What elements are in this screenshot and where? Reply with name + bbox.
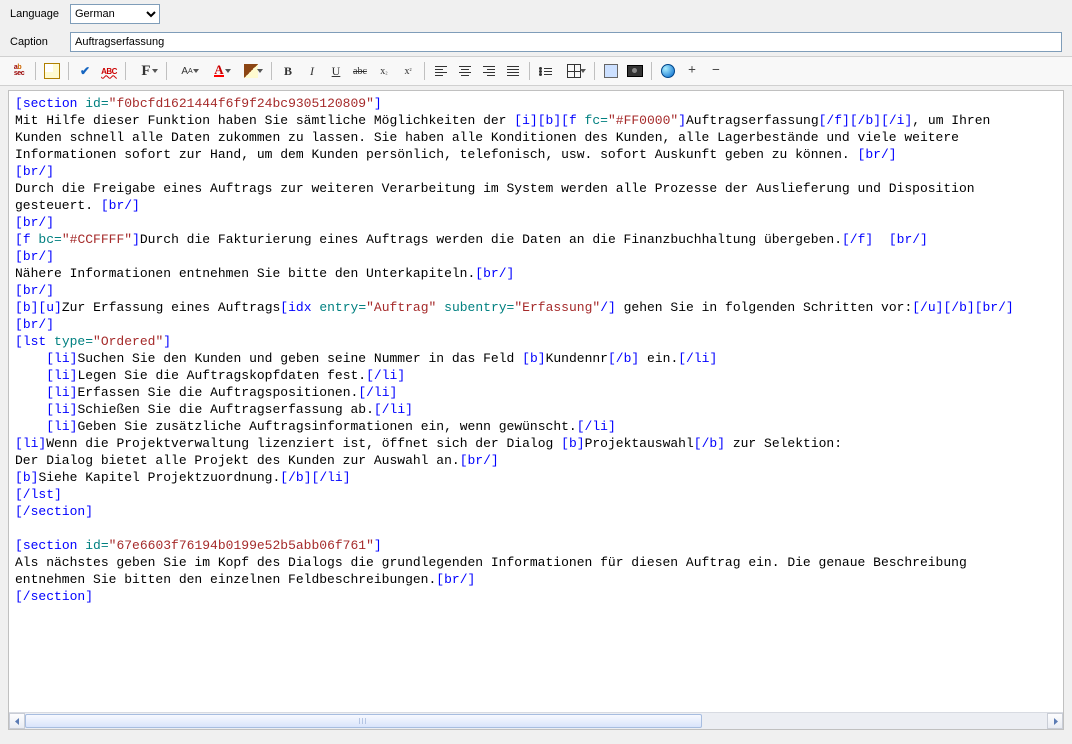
table-button[interactable]	[559, 60, 589, 82]
font-size-button[interactable]: AA	[172, 60, 202, 82]
table-icon	[567, 64, 581, 78]
scroll-thumb[interactable]	[25, 714, 702, 728]
check-button[interactable]: ✔	[74, 60, 96, 82]
align-justify-icon	[507, 64, 519, 78]
separator	[166, 62, 167, 80]
image-icon	[604, 64, 618, 78]
paste-icon	[44, 63, 60, 79]
scroll-right-button[interactable]	[1047, 713, 1063, 729]
superscript-button[interactable]: x²	[397, 60, 419, 82]
image-button[interactable]	[600, 60, 622, 82]
strike-button[interactable]: abc	[349, 60, 371, 82]
editor-toolbar: absec ✔ ABC F AA A B I U abc x₂ x² + −	[0, 56, 1072, 86]
camera-button[interactable]	[624, 60, 646, 82]
chevron-left-icon	[14, 718, 21, 725]
check-icon: ✔	[80, 64, 90, 79]
font-family-button[interactable]: F	[131, 60, 161, 82]
scroll-track[interactable]	[25, 713, 1047, 729]
language-row: Language German	[0, 0, 1072, 28]
separator	[271, 62, 272, 80]
caption-row: Caption	[0, 28, 1072, 56]
align-center-button[interactable]	[454, 60, 476, 82]
scroll-left-button[interactable]	[9, 713, 25, 729]
separator	[68, 62, 69, 80]
editor-panel: [section id="f0bcfd1621444f6f9f24bc93051…	[8, 90, 1064, 730]
separator	[529, 62, 530, 80]
align-left-icon	[435, 64, 447, 78]
separator	[424, 62, 425, 80]
caption-label: Caption	[10, 36, 70, 48]
spellcheck-button[interactable]: ABC	[98, 60, 120, 82]
language-label: Language	[10, 8, 70, 20]
language-select[interactable]: German	[70, 4, 160, 24]
chevron-right-icon	[1052, 718, 1059, 725]
sections-icon: absec	[14, 65, 24, 77]
align-center-icon	[459, 64, 471, 78]
sections-button[interactable]: absec	[8, 60, 30, 82]
bullet-list-icon	[540, 66, 552, 77]
globe-icon	[661, 64, 675, 78]
align-justify-button[interactable]	[502, 60, 524, 82]
bullet-list-button[interactable]	[535, 60, 557, 82]
highlight-button[interactable]	[236, 60, 266, 82]
font-color-button[interactable]: A	[204, 60, 234, 82]
add-button[interactable]: +	[681, 60, 703, 82]
link-button[interactable]	[657, 60, 679, 82]
italic-button[interactable]: I	[301, 60, 323, 82]
camera-icon	[627, 65, 643, 77]
font-color-icon: A	[214, 65, 223, 77]
horizontal-scrollbar[interactable]	[9, 712, 1063, 729]
remove-button[interactable]: −	[705, 60, 727, 82]
caption-input[interactable]	[70, 32, 1062, 52]
separator	[125, 62, 126, 80]
separator	[35, 62, 36, 80]
align-left-button[interactable]	[430, 60, 452, 82]
spellcheck-icon: ABC	[101, 67, 117, 76]
separator	[594, 62, 595, 80]
align-right-icon	[483, 64, 495, 78]
code-editor[interactable]: [section id="f0bcfd1621444f6f9f24bc93051…	[9, 91, 1063, 713]
align-right-button[interactable]	[478, 60, 500, 82]
paste-button[interactable]	[41, 60, 63, 82]
subscript-button[interactable]: x₂	[373, 60, 395, 82]
bold-button[interactable]: B	[277, 60, 299, 82]
minus-icon: −	[712, 63, 720, 79]
plus-icon: +	[688, 63, 696, 79]
separator	[651, 62, 652, 80]
underline-button[interactable]: U	[325, 60, 347, 82]
highlight-icon	[244, 64, 258, 78]
